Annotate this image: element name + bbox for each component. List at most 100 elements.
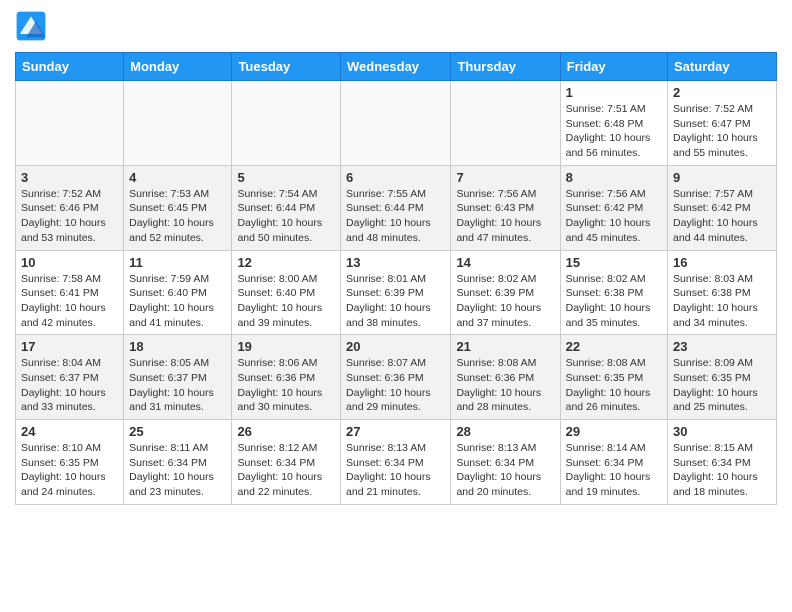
calendar-cell: 18 Sunrise: 8:05 AM Sunset: 6:37 PM Dayli…: [124, 335, 232, 420]
page: SundayMondayTuesdayWednesdayThursdayFrid…: [0, 0, 792, 515]
day-info: Sunrise: 7:56 AM Sunset: 6:42 PM Dayligh…: [566, 187, 662, 246]
calendar-cell: 16 Sunrise: 8:03 AM Sunset: 6:38 PM Dayli…: [668, 250, 777, 335]
day-info: Sunrise: 8:13 AM Sunset: 6:34 PM Dayligh…: [346, 441, 445, 500]
day-info: Sunrise: 7:51 AM Sunset: 6:48 PM Dayligh…: [566, 102, 662, 161]
day-number: 22: [566, 339, 662, 354]
day-number: 28: [456, 424, 554, 439]
calendar-cell: 6Sunrise: 7:55 AM Sunset: 6:44 PM Daylig…: [341, 165, 451, 250]
day-number: 13: [346, 255, 445, 270]
day-info: Sunrise: 8:03 AM Sunset: 6:38 PM Dayligh…: [673, 272, 771, 331]
day-number: 8: [566, 170, 662, 185]
day-number: 20: [346, 339, 445, 354]
day-info: Sunrise: 8:11 AM Sunset: 6:34 PM Dayligh…: [129, 441, 226, 500]
calendar-cell: [16, 81, 124, 166]
calendar-cell: 8 Sunrise: 7:56 AM Sunset: 6:42 PM Daylig…: [560, 165, 667, 250]
calendar-cell: 24 Sunrise: 8:10 AM Sunset: 6:35 PM Dayli…: [16, 420, 124, 505]
calendar-cell: 4 Sunrise: 7:53 AM Sunset: 6:45 PM Daylig…: [124, 165, 232, 250]
day-info: Sunrise: 8:13 AM Sunset: 6:34 PM Dayligh…: [456, 441, 554, 500]
day-number: 16: [673, 255, 771, 270]
day-info: Sunrise: 8:10 AM Sunset: 6:35 PM Dayligh…: [21, 441, 118, 500]
day-info: Sunrise: 7:56 AM Sunset: 6:43 PM Dayligh…: [456, 187, 554, 246]
day-info: Sunrise: 7:53 AM Sunset: 6:45 PM Dayligh…: [129, 187, 226, 246]
week-row-3: 10 Sunrise: 7:58 AM Sunset: 6:41 PM Dayli…: [16, 250, 777, 335]
weekday-header-row: SundayMondayTuesdayWednesdayThursdayFrid…: [16, 53, 777, 81]
day-info: Sunrise: 8:04 AM Sunset: 6:37 PM Dayligh…: [21, 356, 118, 415]
day-info: Sunrise: 8:12 AM Sunset: 6:34 PM Dayligh…: [237, 441, 335, 500]
calendar-cell: 12Sunrise: 8:00 AM Sunset: 6:40 PM Dayli…: [232, 250, 341, 335]
day-info: Sunrise: 8:14 AM Sunset: 6:34 PM Dayligh…: [566, 441, 662, 500]
day-number: 30: [673, 424, 771, 439]
calendar-cell: 5 Sunrise: 7:54 AM Sunset: 6:44 PM Daylig…: [232, 165, 341, 250]
week-row-2: 3 Sunrise: 7:52 AM Sunset: 6:46 PM Daylig…: [16, 165, 777, 250]
day-number: 10: [21, 255, 118, 270]
calendar-cell: 10 Sunrise: 7:58 AM Sunset: 6:41 PM Dayli…: [16, 250, 124, 335]
calendar-cell: 14Sunrise: 8:02 AM Sunset: 6:39 PM Dayli…: [451, 250, 560, 335]
week-row-4: 17 Sunrise: 8:04 AM Sunset: 6:37 PM Dayli…: [16, 335, 777, 420]
day-info: Sunrise: 8:05 AM Sunset: 6:37 PM Dayligh…: [129, 356, 226, 415]
calendar-cell: 2 Sunrise: 7:52 AM Sunset: 6:47 PM Daylig…: [668, 81, 777, 166]
calendar-cell: 3 Sunrise: 7:52 AM Sunset: 6:46 PM Daylig…: [16, 165, 124, 250]
day-info: Sunrise: 8:08 AM Sunset: 6:35 PM Dayligh…: [566, 356, 662, 415]
day-info: Sunrise: 8:01 AM Sunset: 6:39 PM Dayligh…: [346, 272, 445, 331]
calendar-cell: 20 Sunrise: 8:07 AM Sunset: 6:36 PM Dayli…: [341, 335, 451, 420]
logo-icon: [15, 10, 47, 42]
calendar-cell: 30 Sunrise: 8:15 AM Sunset: 6:34 PM Dayli…: [668, 420, 777, 505]
day-number: 1: [566, 85, 662, 100]
header: [15, 10, 777, 42]
day-number: 2: [673, 85, 771, 100]
day-info: Sunrise: 7:52 AM Sunset: 6:47 PM Dayligh…: [673, 102, 771, 161]
day-number: 27: [346, 424, 445, 439]
day-number: 26: [237, 424, 335, 439]
calendar-cell: [451, 81, 560, 166]
calendar-cell: 7 Sunrise: 7:56 AM Sunset: 6:43 PM Daylig…: [451, 165, 560, 250]
week-row-5: 24 Sunrise: 8:10 AM Sunset: 6:35 PM Dayli…: [16, 420, 777, 505]
day-info: Sunrise: 8:02 AM Sunset: 6:38 PM Dayligh…: [566, 272, 662, 331]
calendar-cell: [341, 81, 451, 166]
calendar-cell: 9 Sunrise: 7:57 AM Sunset: 6:42 PM Daylig…: [668, 165, 777, 250]
calendar-cell: [232, 81, 341, 166]
weekday-tuesday: Tuesday: [232, 53, 341, 81]
day-info: Sunrise: 8:07 AM Sunset: 6:36 PM Dayligh…: [346, 356, 445, 415]
weekday-wednesday: Wednesday: [341, 53, 451, 81]
weekday-thursday: Thursday: [451, 53, 560, 81]
day-number: 25: [129, 424, 226, 439]
day-number: 19: [237, 339, 335, 354]
day-number: 24: [21, 424, 118, 439]
calendar-cell: 11Sunrise: 7:59 AM Sunset: 6:40 PM Dayli…: [124, 250, 232, 335]
weekday-sunday: Sunday: [16, 53, 124, 81]
weekday-monday: Monday: [124, 53, 232, 81]
day-info: Sunrise: 8:09 AM Sunset: 6:35 PM Dayligh…: [673, 356, 771, 415]
day-info: Sunrise: 7:55 AM Sunset: 6:44 PM Dayligh…: [346, 187, 445, 246]
day-info: Sunrise: 8:15 AM Sunset: 6:34 PM Dayligh…: [673, 441, 771, 500]
calendar-cell: 19Sunrise: 8:06 AM Sunset: 6:36 PM Dayli…: [232, 335, 341, 420]
day-info: Sunrise: 7:52 AM Sunset: 6:46 PM Dayligh…: [21, 187, 118, 246]
day-info: Sunrise: 8:08 AM Sunset: 6:36 PM Dayligh…: [456, 356, 554, 415]
calendar-cell: 29 Sunrise: 8:14 AM Sunset: 6:34 PM Dayli…: [560, 420, 667, 505]
day-number: 3: [21, 170, 118, 185]
calendar-cell: 17 Sunrise: 8:04 AM Sunset: 6:37 PM Dayli…: [16, 335, 124, 420]
day-info: Sunrise: 7:54 AM Sunset: 6:44 PM Dayligh…: [237, 187, 335, 246]
day-number: 4: [129, 170, 226, 185]
day-number: 9: [673, 170, 771, 185]
day-info: Sunrise: 7:59 AM Sunset: 6:40 PM Dayligh…: [129, 272, 226, 331]
day-info: Sunrise: 8:02 AM Sunset: 6:39 PM Dayligh…: [456, 272, 554, 331]
day-info: Sunrise: 8:00 AM Sunset: 6:40 PM Dayligh…: [237, 272, 335, 331]
calendar-cell: 28 Sunrise: 8:13 AM Sunset: 6:34 PM Dayli…: [451, 420, 560, 505]
day-info: Sunrise: 7:58 AM Sunset: 6:41 PM Dayligh…: [21, 272, 118, 331]
weekday-saturday: Saturday: [668, 53, 777, 81]
day-number: 21: [456, 339, 554, 354]
calendar-cell: 23 Sunrise: 8:09 AM Sunset: 6:35 PM Dayli…: [668, 335, 777, 420]
weekday-friday: Friday: [560, 53, 667, 81]
calendar: SundayMondayTuesdayWednesdayThursdayFrid…: [15, 52, 777, 505]
day-info: Sunrise: 7:57 AM Sunset: 6:42 PM Dayligh…: [673, 187, 771, 246]
day-number: 18: [129, 339, 226, 354]
logo: [15, 10, 51, 42]
day-number: 15: [566, 255, 662, 270]
calendar-cell: 27 Sunrise: 8:13 AM Sunset: 6:34 PM Dayli…: [341, 420, 451, 505]
day-number: 29: [566, 424, 662, 439]
day-number: 5: [237, 170, 335, 185]
day-number: 7: [456, 170, 554, 185]
day-number: 23: [673, 339, 771, 354]
calendar-cell: 25 Sunrise: 8:11 AM Sunset: 6:34 PM Dayli…: [124, 420, 232, 505]
day-number: 17: [21, 339, 118, 354]
